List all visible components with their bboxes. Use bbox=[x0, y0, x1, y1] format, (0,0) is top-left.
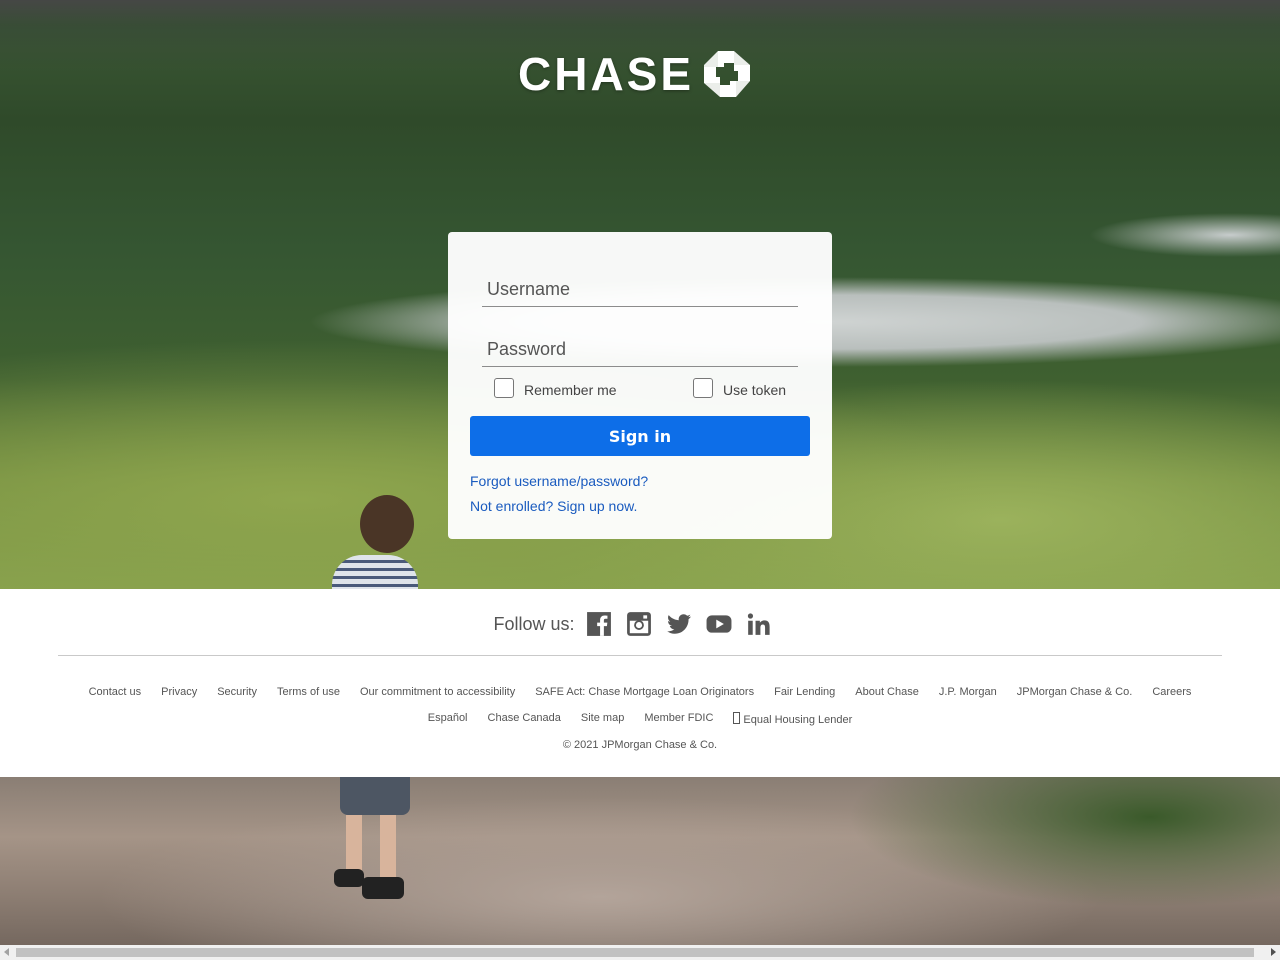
footer-link-fair-lending[interactable]: Fair Lending bbox=[774, 686, 835, 698]
footer-link-contact-us[interactable]: Contact us bbox=[89, 686, 142, 698]
footer-link-chase-canada[interactable]: Chase Canada bbox=[488, 712, 561, 726]
equal-housing-label: Equal Housing Lender bbox=[743, 714, 853, 726]
remember-me-checkbox[interactable] bbox=[494, 378, 514, 398]
equal-housing-icon bbox=[733, 712, 741, 724]
background-person-legs bbox=[334, 777, 410, 907]
linkedin-icon[interactable] bbox=[746, 611, 772, 637]
remember-me-option[interactable]: Remember me bbox=[494, 377, 617, 399]
facebook-icon[interactable] bbox=[586, 611, 612, 637]
sign-in-button[interactable]: Sign in bbox=[470, 416, 810, 456]
instagram-icon[interactable] bbox=[626, 611, 652, 637]
chase-logo[interactable]: CHASE bbox=[518, 48, 751, 100]
use-token-checkbox[interactable] bbox=[693, 378, 713, 398]
footer-link-about-chase[interactable]: About Chase bbox=[855, 686, 919, 698]
follow-us-label: Follow us: bbox=[493, 613, 575, 634]
follow-us-bar: Follow us: bbox=[0, 609, 1280, 639]
username-input[interactable] bbox=[482, 262, 798, 307]
password-input[interactable] bbox=[482, 322, 798, 367]
use-token-option[interactable]: Use token bbox=[693, 377, 786, 399]
footer-links-row-1: Contact us Privacy Security Terms of use… bbox=[0, 686, 1280, 698]
footer-link-jpmorgan-chase[interactable]: JPMorgan Chase & Co. bbox=[1017, 686, 1133, 698]
footer-link-accessibility[interactable]: Our commitment to accessibility bbox=[360, 686, 515, 698]
footer-link-espanol[interactable]: Español bbox=[428, 712, 468, 726]
login-card: Remember me Use token Sign in Forgot use… bbox=[448, 232, 832, 539]
footer-link-jp-morgan[interactable]: J.P. Morgan bbox=[939, 686, 997, 698]
footer-link-site-map[interactable]: Site map bbox=[581, 712, 624, 726]
octagon-logo-icon bbox=[704, 51, 751, 97]
youtube-icon[interactable] bbox=[706, 611, 732, 637]
copyright: © 2021 JPMorgan Chase & Co. bbox=[562, 739, 718, 751]
horizontal-scrollbar[interactable] bbox=[0, 945, 1280, 960]
footer-link-privacy[interactable]: Privacy bbox=[161, 686, 197, 698]
footer-link-member-fdic[interactable]: Member FDIC bbox=[644, 712, 713, 726]
footer-link-security[interactable]: Security bbox=[217, 686, 257, 698]
remember-me-label: Remember me bbox=[524, 382, 617, 398]
twitter-icon[interactable] bbox=[666, 611, 692, 637]
forgot-credentials-link[interactable]: Forgot username/password? bbox=[470, 473, 648, 489]
logo-text: CHASE bbox=[518, 48, 695, 100]
footer-link-safe-act[interactable]: SAFE Act: Chase Mortgage Loan Originator… bbox=[535, 686, 754, 698]
footer-links-row-2: Español Chase Canada Site map Member FDI… bbox=[0, 712, 1280, 726]
scroll-right-arrow-icon[interactable] bbox=[1271, 948, 1276, 956]
background-person bbox=[330, 495, 420, 589]
footer: Follow us: Contact us Privacy Security T… bbox=[0, 589, 1280, 777]
footer-divider bbox=[58, 655, 1222, 656]
scrollbar-thumb[interactable] bbox=[16, 948, 1254, 957]
background-image-bottom bbox=[0, 777, 1280, 945]
footer-link-equal-housing[interactable]: Equal Housing Lender bbox=[733, 712, 852, 726]
scroll-left-arrow-icon[interactable] bbox=[4, 948, 9, 956]
use-token-label: Use token bbox=[723, 382, 787, 398]
footer-link-terms-of-use[interactable]: Terms of use bbox=[277, 686, 340, 698]
footer-link-careers[interactable]: Careers bbox=[1152, 686, 1191, 698]
enroll-link[interactable]: Not enrolled? Sign up now. bbox=[470, 498, 637, 514]
